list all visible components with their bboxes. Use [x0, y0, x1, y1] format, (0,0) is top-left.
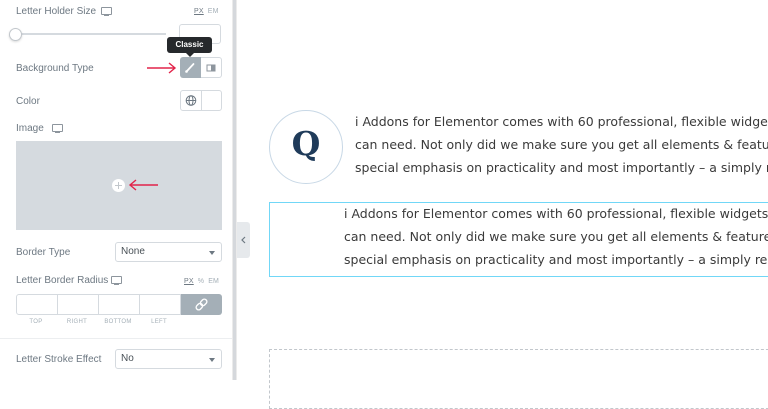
badge-letter: Q: [291, 124, 321, 163]
radius-left-input[interactable]: [140, 295, 180, 314]
chevron-down-icon: [209, 358, 215, 362]
chevron-left-icon: [241, 236, 246, 244]
bg-type-classic-button[interactable]: [180, 57, 201, 78]
paragraph-1-line: special emphasis on practicality and mos…: [355, 160, 768, 175]
image-label: Image: [16, 123, 44, 134]
panel-scrollbar-thumb[interactable]: [233, 0, 236, 380]
border-type-label: Border Type: [16, 247, 71, 258]
letter-border-radius-label: Letter Border Radius: [16, 275, 109, 286]
radius-dimensions-group: [16, 294, 181, 315]
color-label: Color: [16, 96, 40, 107]
radius-left-label: LEFT: [151, 319, 167, 325]
empty-section-dropzone[interactable]: [269, 349, 768, 409]
pointer-arrow-right-icon: [147, 62, 177, 74]
classic-tooltip: Classic: [167, 37, 212, 53]
responsive-desktop-icon[interactable]: [52, 124, 63, 133]
unit-percent[interactable]: %: [198, 278, 204, 285]
size-slider-track[interactable]: [16, 33, 166, 35]
radius-right-label: RIGHT: [66, 319, 88, 325]
radius-bottom-input[interactable]: [99, 295, 139, 314]
paragraph-2: i Addons for Elementor comes with 60 pro…: [344, 202, 768, 271]
settings-panel: Letter Holder Size PX EM Classic Backgrou…: [0, 0, 232, 380]
paragraph-1: i Addons for Elementor comes with 60 pro…: [355, 110, 768, 179]
image-media-picker[interactable]: [16, 141, 222, 230]
responsive-desktop-icon[interactable]: [111, 276, 122, 285]
letter-holder-size-label: Letter Holder Size: [16, 6, 97, 17]
collapse-panel-button[interactable]: [237, 222, 250, 258]
gradient-icon: [206, 64, 216, 72]
brush-icon: [185, 63, 195, 73]
link-values-button[interactable]: [181, 294, 222, 315]
globe-icon: [185, 95, 197, 106]
size-slider-handle[interactable]: [9, 28, 22, 41]
unit-px[interactable]: PX: [194, 8, 204, 15]
paragraph-1-line: can need. Not only did we make sure you …: [355, 137, 768, 152]
background-type-label: Background Type: [16, 63, 94, 74]
add-image-icon[interactable]: [112, 179, 125, 192]
letter-stroke-effect-value: No: [121, 353, 134, 364]
radius-right-input[interactable]: [58, 295, 98, 314]
paragraph-2-line: special emphasis on practicality and mos…: [344, 252, 768, 267]
unit-em[interactable]: EM: [208, 8, 219, 15]
radius-top-label: TOP: [29, 319, 43, 325]
paragraph-1-line: i Addons for Elementor comes with 60 pro…: [355, 114, 768, 129]
paragraph-2-line: i Addons for Elementor comes with 60 pro…: [344, 206, 768, 221]
letter-holder-badge: Q: [269, 110, 343, 184]
radius-top-input[interactable]: [17, 295, 57, 314]
bg-type-gradient-button[interactable]: [201, 57, 222, 78]
editor-canvas: Q i Addons for Elementor comes with 60 p…: [237, 0, 768, 409]
paragraph-2-line: can need. Not only did we make sure you …: [344, 229, 768, 244]
unit-em[interactable]: EM: [208, 278, 219, 285]
chevron-down-icon: [209, 251, 215, 255]
color-picker[interactable]: [180, 90, 222, 111]
unit-px[interactable]: PX: [184, 278, 194, 285]
link-icon: [195, 298, 208, 311]
letter-stroke-effect-label: Letter Stroke Effect: [16, 354, 102, 365]
letter-stroke-effect-select[interactable]: No: [115, 349, 222, 369]
radius-bottom-label: BOTTOM: [104, 319, 132, 325]
border-type-value: None: [121, 246, 145, 257]
radius-units: PX% EM: [180, 278, 219, 285]
pointer-arrow-left-icon: [128, 179, 158, 191]
section-divider: [0, 338, 232, 339]
size-units: PX EM: [190, 8, 219, 15]
responsive-desktop-icon[interactable]: [101, 7, 112, 16]
global-colors-button[interactable]: [181, 91, 202, 110]
border-type-select[interactable]: None: [115, 242, 222, 262]
